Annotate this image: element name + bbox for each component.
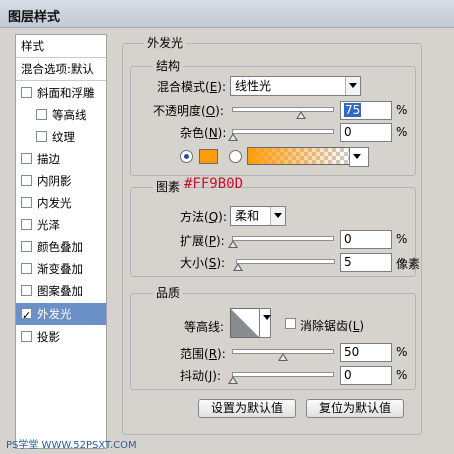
- style-item-contour[interactable]: 等高线: [16, 104, 106, 126]
- outer-glow-checkbox[interactable]: [21, 305, 32, 327]
- noise-label: 杂色(N):: [180, 126, 227, 140]
- opacity-slider[interactable]: [232, 107, 334, 112]
- noise-slider-handle[interactable]: [228, 133, 238, 141]
- spread-label: 扩展(P):: [180, 234, 225, 248]
- style-item-label: 光泽: [37, 218, 60, 232]
- drop-shadow-checkbox[interactable]: [21, 331, 32, 342]
- style-item-outer-glow[interactable]: 外发光: [16, 303, 106, 327]
- watermark: PS学堂 WWW.52PSXT.COM: [6, 440, 137, 451]
- size-label: 大小(S):: [180, 256, 226, 270]
- inner-shadow-checkbox[interactable]: [21, 175, 32, 186]
- technique-select[interactable]: 柔和: [230, 206, 286, 226]
- opacity-label: 不透明度(O):: [153, 104, 224, 118]
- opacity-input[interactable]: 75: [340, 101, 392, 120]
- contour-label: 等高线:: [184, 320, 225, 334]
- glow-color-swatch[interactable]: [199, 149, 218, 164]
- noise-slider[interactable]: [232, 129, 334, 134]
- styles-list: 样式 混合选项:默认 斜面和浮雕 等高线 纹理 描边 内阴影 内发光 光泽 颜色…: [15, 34, 107, 449]
- make-default-button[interactable]: 设置为默认值: [198, 399, 296, 418]
- range-slider-handle[interactable]: [278, 353, 288, 361]
- style-item-inner-glow[interactable]: 内发光: [16, 192, 106, 214]
- spread-input[interactable]: 0: [340, 230, 392, 249]
- size-slider-handle[interactable]: [233, 263, 243, 271]
- texture-checkbox[interactable]: [36, 131, 47, 142]
- style-item-label: 内发光: [37, 196, 72, 210]
- style-item-color-overlay[interactable]: 颜色叠加: [16, 236, 106, 258]
- chevron-down-icon: [270, 207, 285, 225]
- range-label: 范围(R):: [180, 347, 226, 361]
- size-unit: 像素: [396, 257, 421, 271]
- style-item-label: 等高线: [52, 108, 87, 122]
- style-item-satin[interactable]: 光泽: [16, 214, 106, 236]
- style-item-label: 纹理: [52, 130, 75, 144]
- blend-mode-value: 线性光: [235, 79, 272, 93]
- jitter-slider[interactable]: [232, 372, 334, 377]
- jitter-input[interactable]: 0: [340, 366, 392, 385]
- blend-mode-select[interactable]: 线性光: [230, 76, 361, 96]
- noise-input[interactable]: 0: [340, 123, 392, 142]
- contour-dropdown[interactable]: [259, 308, 271, 338]
- gradient-dropdown[interactable]: [349, 147, 369, 167]
- style-item-pattern-overlay[interactable]: 图案叠加: [16, 280, 106, 302]
- opacity-unit: %: [396, 103, 408, 117]
- divider: [16, 80, 106, 81]
- style-item-stroke[interactable]: 描边: [16, 148, 106, 170]
- size-slider[interactable]: [236, 259, 335, 264]
- blend-mode-label: 混合模式(E):: [157, 80, 227, 94]
- stroke-checkbox[interactable]: [21, 153, 32, 164]
- styles-header[interactable]: 样式: [16, 35, 106, 57]
- anti-alias-checkbox[interactable]: [285, 318, 296, 329]
- jitter-unit: %: [396, 368, 408, 382]
- contour-preview[interactable]: [230, 308, 260, 338]
- opacity-slider-handle[interactable]: [296, 111, 306, 119]
- blend-options-item[interactable]: 混合选项:默认: [16, 58, 106, 80]
- spread-unit: %: [396, 232, 408, 246]
- style-item-label: 投影: [37, 330, 60, 344]
- anti-alias-label: 消除锯齿(L): [300, 319, 365, 333]
- elements-title: 图素: [153, 178, 184, 195]
- reset-default-button[interactable]: 复位为默认值: [306, 399, 404, 418]
- chevron-down-icon: [260, 309, 271, 337]
- jitter-label: 抖动(J):: [180, 369, 221, 383]
- inner-glow-checkbox[interactable]: [21, 197, 32, 208]
- solid-color-radio[interactable]: [180, 150, 193, 163]
- spread-slider-handle[interactable]: [228, 240, 238, 248]
- spread-slider[interactable]: [232, 236, 334, 241]
- structure-title: 结构: [153, 57, 184, 74]
- style-item-label: 颜色叠加: [37, 240, 83, 254]
- style-item-label: 外发光: [37, 307, 72, 321]
- satin-checkbox[interactable]: [21, 219, 32, 230]
- size-input[interactable]: 5: [340, 253, 392, 272]
- glow-gradient-preview[interactable]: [247, 147, 350, 165]
- quality-title: 品质: [153, 284, 184, 301]
- noise-unit: %: [396, 125, 408, 139]
- pattern-overlay-checkbox[interactable]: [21, 285, 32, 296]
- chevron-down-icon: [350, 148, 368, 166]
- style-item-label: 渐变叠加: [37, 262, 83, 276]
- color-annotation: #FF9B0D: [184, 176, 244, 192]
- bevel-checkbox[interactable]: [21, 87, 32, 98]
- title-bar: 图层样式: [0, 0, 454, 28]
- gradient-overlay-checkbox[interactable]: [21, 263, 32, 274]
- style-item-label: 内阴影: [37, 174, 72, 188]
- gradient-radio[interactable]: [229, 150, 242, 163]
- outer-glow-title: 外发光: [144, 34, 187, 51]
- style-item-label: 图案叠加: [37, 284, 83, 298]
- window-title: 图层样式: [8, 10, 61, 25]
- color-overlay-checkbox[interactable]: [21, 241, 32, 252]
- style-item-drop-shadow[interactable]: 投影: [16, 326, 106, 348]
- jitter-slider-handle[interactable]: [228, 376, 238, 384]
- style-item-inner-shadow[interactable]: 内阴影: [16, 170, 106, 192]
- style-item-texture[interactable]: 纹理: [16, 126, 106, 148]
- range-unit: %: [396, 345, 408, 359]
- style-item-gradient-overlay[interactable]: 渐变叠加: [16, 258, 106, 280]
- contour-checkbox[interactable]: [36, 109, 47, 120]
- style-item-label: 斜面和浮雕: [37, 86, 95, 100]
- technique-value: 柔和: [235, 209, 260, 223]
- chevron-down-icon: [345, 77, 360, 95]
- technique-label: 方法(Q):: [180, 210, 227, 224]
- style-item-bevel[interactable]: 斜面和浮雕: [16, 82, 106, 104]
- range-input[interactable]: 50: [340, 343, 392, 362]
- style-item-label: 描边: [37, 152, 60, 166]
